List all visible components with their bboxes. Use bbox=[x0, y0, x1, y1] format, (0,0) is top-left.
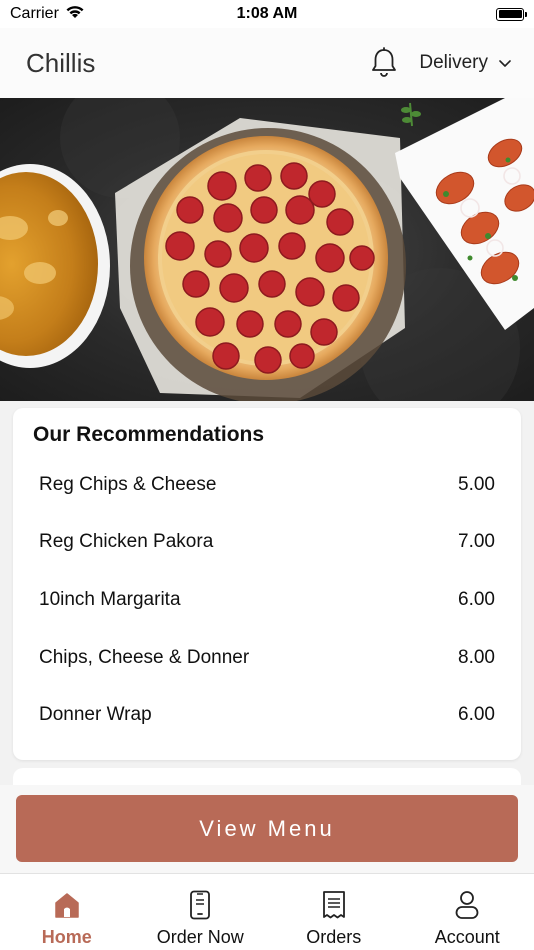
item-price: 6.00 bbox=[458, 588, 495, 610]
wifi-icon bbox=[65, 5, 85, 24]
item-price: 6.00 bbox=[458, 704, 495, 726]
status-bar: Carrier 1:08 AM bbox=[0, 0, 534, 28]
item-price: 5.00 bbox=[458, 473, 495, 495]
status-left: Carrier bbox=[10, 5, 85, 24]
carrier-label: Carrier bbox=[10, 5, 59, 22]
nav-item-account[interactable]: Account bbox=[401, 874, 534, 950]
recommendations-list: Reg Chips & Cheese 5.00 Reg Chicken Pako… bbox=[13, 456, 521, 744]
delivery-mode-label: Delivery bbox=[419, 52, 488, 73]
recommendations-title: Our Recommendations bbox=[33, 423, 265, 446]
recommendations-card: Our Recommendations Reg Chips & Cheese 5… bbox=[13, 408, 521, 760]
item-name: Reg Chips & Cheese bbox=[39, 473, 217, 495]
list-item[interactable]: Donner Wrap 6.00 bbox=[13, 686, 521, 744]
page-title: Chillis bbox=[26, 47, 96, 78]
nav-label-order-now: Order Now bbox=[156, 927, 244, 947]
nav-item-home[interactable]: Home bbox=[0, 874, 134, 950]
item-price: 8.00 bbox=[458, 646, 495, 668]
item-name: Chips, Cheese & Donner bbox=[39, 646, 250, 668]
list-item[interactable]: Reg Chips & Cheese 5.00 bbox=[13, 456, 521, 514]
item-name: Donner Wrap bbox=[39, 704, 152, 726]
nav-label-home: Home bbox=[41, 927, 92, 947]
hero-food-image bbox=[0, 98, 534, 401]
item-price: 7.00 bbox=[458, 531, 495, 553]
home-icon bbox=[52, 890, 82, 920]
delivery-mode-select[interactable]: Delivery bbox=[419, 52, 512, 74]
nav-label-account: Account bbox=[434, 927, 500, 947]
nav-label-orders: Orders bbox=[306, 927, 362, 947]
item-name: 10inch Margarita bbox=[39, 588, 181, 610]
nav-item-order-now[interactable]: Order Now bbox=[134, 874, 268, 950]
receipt-icon bbox=[319, 890, 349, 920]
person-icon bbox=[452, 890, 482, 920]
phone-icon bbox=[185, 890, 215, 920]
app-header: Chillis Delivery bbox=[0, 28, 534, 98]
view-menu-button[interactable]: View Menu bbox=[16, 795, 518, 862]
list-item[interactable]: Chips, Cheese & Donner 8.00 bbox=[13, 629, 521, 687]
item-name: Reg Chicken Pakora bbox=[39, 531, 214, 553]
bottom-nav: Home Order Now Orders Account bbox=[0, 873, 534, 950]
battery-icon bbox=[496, 7, 527, 21]
notification-bell-icon[interactable] bbox=[369, 46, 399, 80]
list-item[interactable]: 10inch Margarita 6.00 bbox=[13, 571, 521, 629]
chevron-down-icon bbox=[499, 60, 511, 67]
list-item[interactable]: Reg Chicken Pakora 7.00 bbox=[13, 514, 521, 572]
nav-item-orders[interactable]: Orders bbox=[267, 874, 401, 950]
